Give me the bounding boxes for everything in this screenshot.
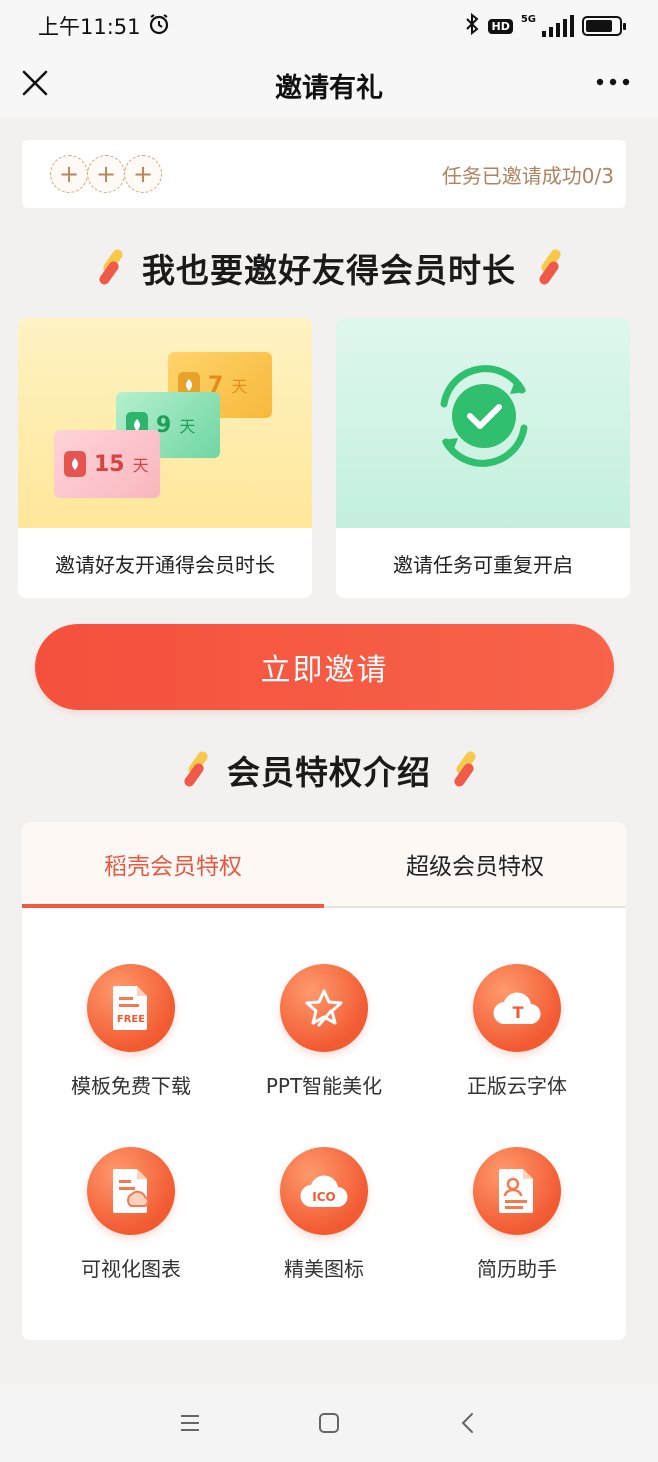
network-type: 5G — [520, 14, 536, 25]
spark-decoration-icon — [94, 247, 125, 288]
feature-item[interactable]: 简历助手 — [417, 1147, 617, 1282]
feature-item[interactable]: FREE 模板免费下载 — [31, 964, 231, 1099]
spark-decoration-icon — [536, 247, 564, 288]
feature-item[interactable]: T 正版云字体 — [417, 964, 617, 1099]
chart-doc-icon — [87, 1147, 175, 1235]
signal-icon: 5G — [521, 15, 574, 37]
status-time: 上午11:51 — [38, 15, 141, 39]
feature-label: PPT智能美化 — [265, 1074, 383, 1098]
feature-label: 正版云字体 — [467, 1074, 567, 1098]
ticket-unit: 天 — [132, 456, 149, 475]
menu-icon[interactable] — [170, 1403, 210, 1443]
repeat-task-card[interactable]: 邀请任务可重复开启 — [336, 318, 630, 598]
section-title: 我也要邀好友得会员时长 — [142, 251, 516, 290]
reward-card[interactable]: 7 天 9 天 15 天 邀请好友开通得会员时长 — [18, 318, 312, 598]
home-icon[interactable] — [309, 1403, 349, 1443]
hd-badge: HD — [488, 18, 513, 34]
battery-icon — [582, 16, 626, 36]
leaf-badge-icon — [64, 451, 86, 477]
ico-glyph: ICO — [312, 1190, 335, 1204]
nav-bar: 邀请有礼 — [0, 52, 658, 118]
spark-decoration-icon — [179, 749, 210, 790]
ticket-unit: 天 — [179, 417, 196, 436]
repeat-illustration — [336, 318, 630, 528]
card-caption: 邀请任务可重复开启 — [393, 552, 573, 577]
system-nav-bar — [0, 1384, 658, 1462]
feature-label: 精美图标 — [284, 1257, 364, 1281]
spark-decoration-icon — [451, 749, 479, 790]
tab-docer-member[interactable]: 稻壳会员特权 — [22, 822, 324, 906]
feature-label: 可视化图表 — [81, 1257, 181, 1281]
invite-slot[interactable]: + — [50, 155, 88, 193]
invite-slot[interactable]: + — [124, 155, 162, 193]
tab-super-member[interactable]: 超级会员特权 — [324, 822, 626, 906]
tab-active-indicator — [22, 904, 324, 908]
tickets-illustration: 7 天 9 天 15 天 — [18, 318, 312, 528]
free-glyph: FREE — [117, 1014, 145, 1025]
status-bar: 上午11:51 HD 5G — [0, 0, 658, 52]
ticket-15-days: 15 天 — [54, 430, 160, 498]
feature-item[interactable]: PPT智能美化 — [224, 964, 424, 1099]
tab-bar: 稻壳会员特权 超级会员特权 — [22, 822, 626, 908]
back-icon[interactable] — [448, 1403, 488, 1443]
refresh-check-icon — [422, 354, 546, 482]
alarm-icon — [147, 12, 171, 41]
feature-item[interactable]: ICO 精美图标 — [224, 1147, 424, 1282]
ico-cloud-icon: ICO — [280, 1147, 368, 1235]
feature-item[interactable]: 可视化图表 — [31, 1147, 231, 1282]
more-icon[interactable] — [596, 72, 630, 92]
resume-icon — [473, 1147, 561, 1235]
font-glyph: T — [513, 1003, 524, 1022]
invite-now-button[interactable]: 立即邀请 — [35, 624, 614, 710]
invite-slot[interactable]: + — [87, 155, 125, 193]
close-icon[interactable] — [20, 68, 50, 98]
invite-progress-card: + + + 任务已邀请成功0/3 — [22, 140, 626, 208]
section-heading: 我也要邀好友得会员时长 — [0, 244, 658, 292]
section-heading: 会员特权介绍 — [0, 746, 658, 794]
privileges-panel: 稻壳会员特权 超级会员特权 FREE 模板免费下载 PPT智能美化 T 正版云字… — [22, 822, 626, 1340]
cloud-font-icon: T — [473, 964, 561, 1052]
bluetooth-icon — [464, 12, 480, 41]
page-title: 邀请有礼 — [275, 72, 383, 104]
feature-label: 简历助手 — [477, 1257, 557, 1281]
section-title: 会员特权介绍 — [227, 753, 431, 792]
feature-label: 模板免费下载 — [71, 1074, 191, 1098]
ticket-unit: 天 — [231, 377, 248, 396]
ticket-number: 15 — [94, 451, 125, 477]
free-doc-icon: FREE — [87, 964, 175, 1052]
sparkle-star-icon — [280, 964, 368, 1052]
card-caption: 邀请好友开通得会员时长 — [55, 552, 275, 577]
invite-progress-text: 任务已邀请成功0/3 — [441, 163, 614, 188]
